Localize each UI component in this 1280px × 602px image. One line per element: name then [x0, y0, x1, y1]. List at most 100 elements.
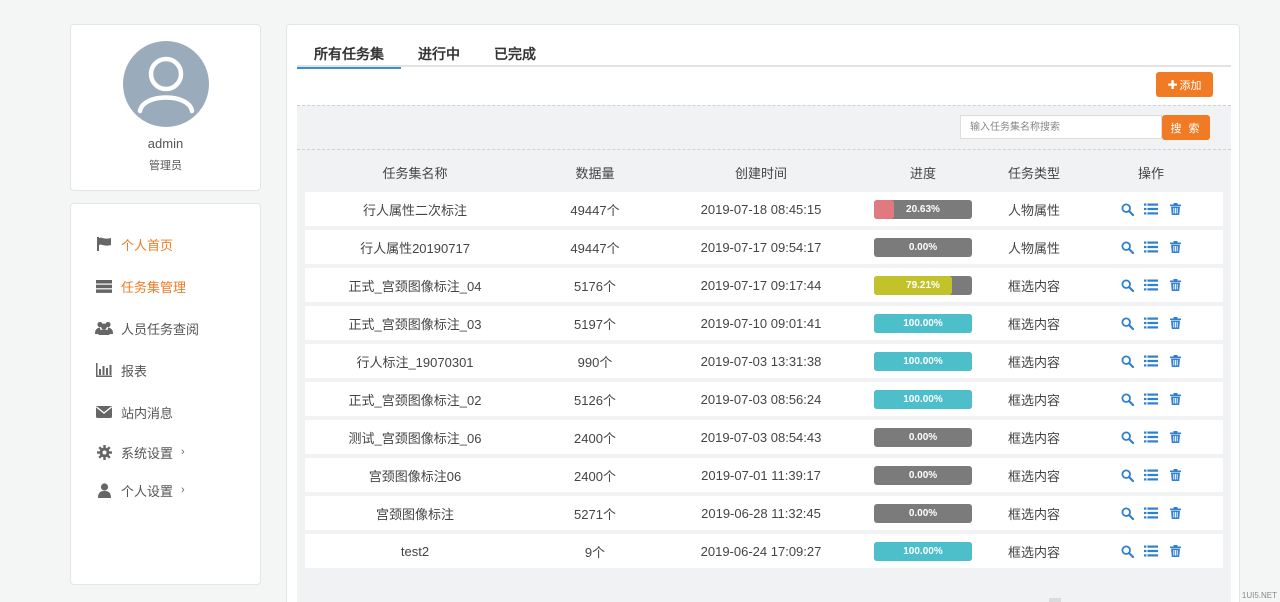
page-1[interactable]: 1	[1049, 598, 1062, 602]
created-time: 2019-06-28 11:32:45	[701, 505, 821, 521]
search-input[interactable]	[960, 115, 1162, 139]
flag-icon	[95, 235, 113, 253]
search-icon[interactable]	[1120, 202, 1134, 216]
nav-item-task-sets[interactable]: 任务集管理	[71, 265, 260, 307]
first-page-button[interactable]: «	[1003, 598, 1014, 602]
progress-cell: 0.00%	[857, 427, 989, 447]
task-set-name: test2	[400, 543, 430, 559]
search-icon[interactable]	[1120, 392, 1134, 406]
progress-bar: 79.21%	[874, 275, 972, 295]
operations-cell	[1079, 354, 1223, 368]
list-icon[interactable]	[1144, 430, 1158, 444]
search-icon[interactable]	[1120, 430, 1134, 444]
search-button[interactable]: 搜 索	[1162, 115, 1210, 140]
tab-all-task-sets[interactable]: 所有任务集	[297, 43, 401, 69]
list-icon[interactable]	[1144, 544, 1158, 558]
task-set-name: 正式_宫颈图像标注_02	[348, 392, 482, 408]
data-count: 990个	[577, 354, 613, 370]
list-icon[interactable]	[1144, 468, 1158, 482]
progress-cell: 79.21%	[857, 275, 989, 295]
list-icon[interactable]	[1144, 316, 1158, 330]
last-page-button[interactable]: »	[1211, 598, 1222, 602]
nav-label: 站内消息	[121, 405, 174, 421]
created-time: 2019-07-03 13:31:38	[700, 353, 822, 369]
data-count: 2400个	[574, 468, 616, 484]
progress-label: 100.00%	[903, 545, 943, 557]
next-page-button[interactable]: ›	[1188, 598, 1199, 602]
progress-label: 100.00%	[903, 317, 943, 329]
trash-icon[interactable]	[1168, 506, 1182, 520]
trash-icon[interactable]	[1168, 468, 1182, 482]
nav-item-personal-settings[interactable]: 个人设置 ›	[71, 471, 260, 509]
nav-label: 报表	[121, 363, 148, 379]
progress-label: 0.00%	[908, 241, 938, 253]
search-icon[interactable]	[1120, 544, 1134, 558]
trash-icon[interactable]	[1168, 316, 1182, 330]
page-ellipsis: ...	[1142, 598, 1153, 602]
table-row: 测试_宫颈图像标注_06 2400个 2019-07-03 08:54:43 0.00…	[305, 420, 1223, 454]
nav-item-reports[interactable]: 报表	[71, 349, 260, 391]
progress-bar: 0.00%	[874, 427, 972, 447]
page-2[interactable]: 2	[1073, 598, 1084, 602]
gear-icon	[95, 443, 113, 461]
prev-page-button[interactable]: ‹	[1026, 598, 1037, 602]
list-icon[interactable]	[1144, 278, 1158, 292]
trash-icon[interactable]	[1168, 544, 1182, 558]
nav-item-home[interactable]: 个人首页	[71, 223, 260, 265]
table-row: 正式_宫颈图像标注_03 5197个 2019-07-10 09:01:41 100.…	[305, 306, 1223, 340]
header-time: 创建时间	[734, 165, 787, 181]
avatar[interactable]	[122, 41, 209, 127]
trash-icon[interactable]	[1168, 430, 1182, 444]
task-type: 人物属性	[1007, 202, 1060, 218]
trash-icon[interactable]	[1168, 240, 1182, 254]
search-row: 搜 索	[297, 106, 1231, 150]
bar-chart-icon	[95, 361, 113, 379]
data-count: 2400个	[574, 430, 616, 446]
profile-name: admin	[147, 136, 184, 151]
operations-cell	[1079, 316, 1223, 330]
task-type: 人物属性	[1007, 240, 1060, 256]
list-icon[interactable]	[1144, 354, 1158, 368]
progress-bar: 100.00%	[874, 313, 972, 333]
tab-in-progress[interactable]: 进行中	[401, 43, 477, 67]
add-button[interactable]: ✚ 添加	[1156, 72, 1213, 97]
trash-icon[interactable]	[1168, 202, 1182, 216]
page-4[interactable]: 4	[1119, 598, 1130, 602]
task-set-name: 宫颈图像标注06	[368, 468, 462, 484]
header-count: 数据量	[575, 165, 615, 181]
list-icon[interactable]	[1144, 240, 1158, 254]
operations-cell	[1079, 506, 1223, 520]
search-icon[interactable]	[1120, 278, 1134, 292]
list-icon[interactable]	[1144, 392, 1158, 406]
trash-icon[interactable]	[1168, 354, 1182, 368]
tab-completed[interactable]: 已完成	[477, 43, 553, 67]
search-icon[interactable]	[1120, 240, 1134, 254]
task-type: 框选内容	[1007, 506, 1060, 522]
search-icon[interactable]	[1120, 354, 1134, 368]
progress-cell: 100.00%	[857, 313, 989, 333]
progress-label: 100.00%	[903, 393, 943, 405]
header-progress: 进度	[909, 165, 936, 181]
search-icon[interactable]	[1120, 506, 1134, 520]
header-ops: 操作	[1137, 165, 1164, 181]
task-set-name: 行人标注_19070301	[356, 354, 474, 370]
chevron-right-icon: ›	[181, 484, 185, 496]
list-icon[interactable]	[1144, 202, 1158, 216]
list-icon[interactable]	[1144, 506, 1158, 520]
nav-item-user-tasks[interactable]: 人员任务查阅	[71, 307, 260, 349]
trash-icon[interactable]	[1168, 278, 1182, 292]
progress-cell: 20.63%	[857, 199, 989, 219]
task-type: 框选内容	[1007, 392, 1060, 408]
nav-item-messages[interactable]: 站内消息	[71, 391, 260, 433]
trash-icon[interactable]	[1168, 392, 1182, 406]
search-icon[interactable]	[1120, 316, 1134, 330]
task-set-name: 正式_宫颈图像标注_03	[348, 316, 482, 332]
nav-label: 个人设置	[121, 483, 174, 499]
page-3[interactable]: 3	[1096, 598, 1107, 602]
search-icon[interactable]	[1120, 468, 1134, 482]
task-set-name: 正式_宫颈图像标注_04	[348, 278, 482, 294]
nav-item-system-settings[interactable]: 系统设置 ›	[71, 433, 260, 471]
table-row: 行人标注_19070301 990个 2019-07-03 13:31:38 100.…	[305, 344, 1223, 378]
data-count: 9个	[584, 544, 606, 560]
page-6[interactable]: 6	[1165, 598, 1176, 602]
